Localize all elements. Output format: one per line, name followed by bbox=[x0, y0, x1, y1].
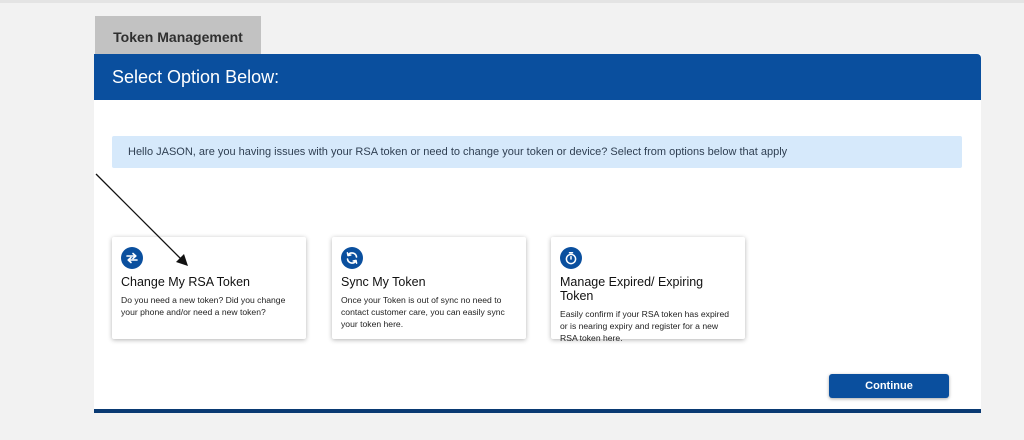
card-description: Easily confirm if your RSA token has exp… bbox=[560, 309, 730, 343]
card-title: Change My RSA Token bbox=[121, 275, 251, 289]
greeting-text: Hello JASON, are you having issues with … bbox=[128, 146, 788, 158]
panel-footer-bar bbox=[94, 409, 981, 413]
sync-icon bbox=[341, 247, 363, 269]
continue-button[interactable]: Continue bbox=[829, 374, 949, 398]
panel-header: Select Option Below: bbox=[94, 54, 981, 100]
tab-label: Token Management bbox=[113, 29, 243, 45]
option-card-manage-expired[interactable]: Manage Expired/ Expiring Token Easily co… bbox=[551, 237, 745, 343]
card-description: Once your Token is out of sync no need t… bbox=[341, 295, 505, 329]
tab-token-management[interactable]: Token Management bbox=[95, 16, 261, 56]
stopwatch-icon bbox=[560, 247, 582, 269]
greeting-banner: Hello JASON, are you having issues with … bbox=[112, 136, 962, 168]
top-divider bbox=[0, 0, 1024, 3]
card-title: Manage Expired/ Expiring Token bbox=[560, 275, 704, 303]
option-card-sync-token[interactable]: Sync My Token Once your Token is out of … bbox=[332, 237, 526, 339]
options-panel: Select Option Below: Hello JASON, are yo… bbox=[94, 54, 981, 413]
card-title: Sync My Token bbox=[341, 275, 426, 289]
swap-arrows-icon bbox=[121, 247, 143, 269]
panel-title: Select Option Below: bbox=[112, 67, 280, 87]
card-description: Do you need a new token? Did you change … bbox=[121, 295, 286, 317]
option-card-change-token[interactable]: Change My RSA Token Do you need a new to… bbox=[112, 237, 306, 339]
